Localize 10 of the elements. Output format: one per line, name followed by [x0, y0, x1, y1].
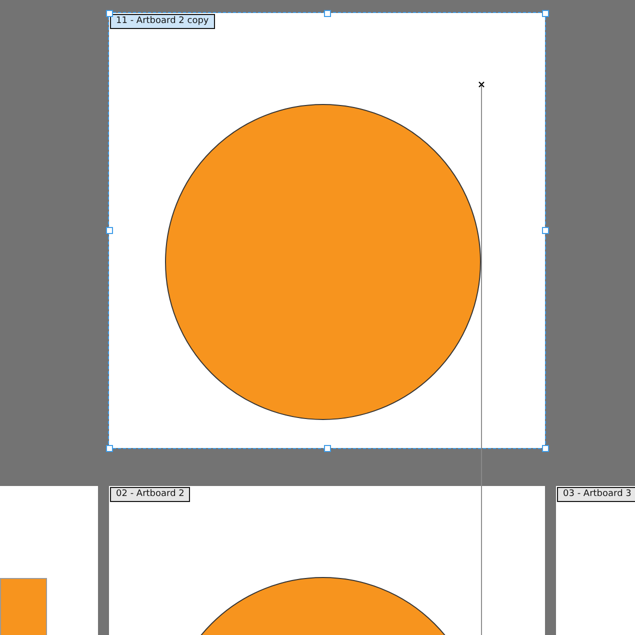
- resize-handle[interactable]: [324, 10, 330, 16]
- resize-handle[interactable]: [106, 444, 112, 452]
- artboard-label[interactable]: 02 - Artboard 2: [110, 487, 190, 502]
- artboard-label[interactable]: 11 - Artboard 2 copy: [110, 14, 215, 29]
- rectangle-shape: [0, 578, 47, 635]
- cursor-cross-icon: [478, 81, 485, 88]
- resize-handle[interactable]: [542, 10, 548, 16]
- artboard-label[interactable]: 03 - Artboard 3: [557, 487, 635, 502]
- resize-handle[interactable]: [106, 10, 112, 16]
- resize-handle[interactable]: [106, 227, 112, 234]
